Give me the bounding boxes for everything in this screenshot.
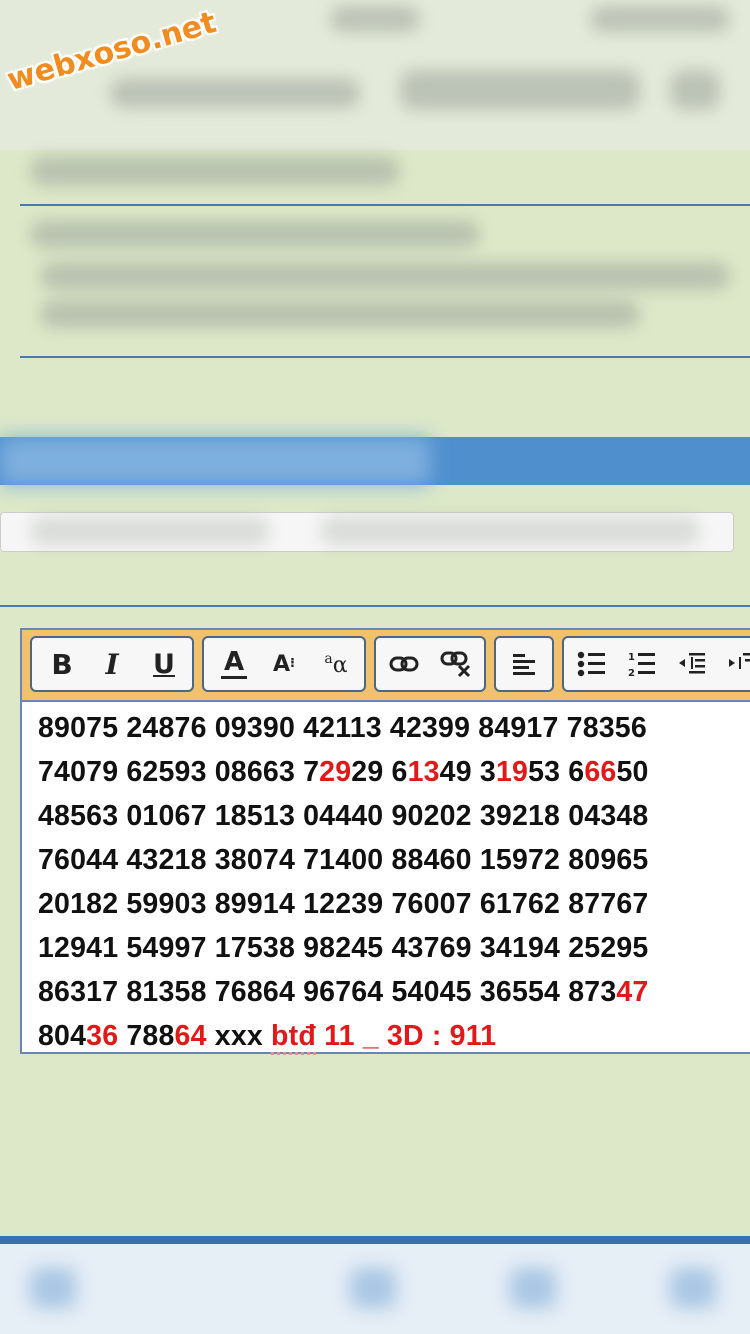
text-segment: 53 6 bbox=[528, 756, 585, 788]
numbered-list-icon: 1 2 bbox=[628, 652, 655, 678]
italic-icon: I bbox=[105, 647, 119, 681]
bold-button[interactable]: B bbox=[38, 638, 86, 690]
quoted-post-line bbox=[30, 220, 480, 248]
outdent-icon bbox=[679, 653, 705, 674]
text-segment: 12941 54997 17538 98245 43769 34194 2529… bbox=[38, 932, 649, 964]
highlighted-number: 11 _ 3D : 911 bbox=[315, 1020, 497, 1052]
bold-icon: B bbox=[51, 647, 73, 681]
editor-line: 20182 59903 89914 12239 76007 61762 8776… bbox=[38, 882, 750, 926]
nav-icon[interactable] bbox=[510, 1268, 556, 1308]
unlink-icon bbox=[440, 651, 471, 678]
link-icon bbox=[389, 656, 419, 672]
font-size-icon: A⁝ bbox=[273, 651, 295, 677]
reply-option[interactable] bbox=[30, 516, 270, 546]
editor-toolbar: B I U A A⁝ aα 1 2 bbox=[22, 630, 750, 702]
highlighted-number: 36 bbox=[86, 1020, 119, 1052]
status-bar-battery bbox=[590, 6, 730, 32]
align-left-icon bbox=[513, 654, 535, 675]
reply-option[interactable] bbox=[320, 516, 700, 546]
svg-text:2: 2 bbox=[628, 668, 635, 678]
font-family-icon: aα bbox=[324, 650, 348, 678]
text-segment: 20182 59903 89914 12239 76007 61762 8776… bbox=[38, 888, 649, 920]
highlighted-number: 47 bbox=[616, 976, 649, 1008]
editor-text-area[interactable]: 89075 24876 09390 42113 42399 84917 7835… bbox=[22, 702, 750, 1058]
post-author bbox=[30, 156, 400, 186]
header-title bbox=[110, 78, 360, 108]
editor-line: 12941 54997 17538 98245 43769 34194 2529… bbox=[38, 926, 750, 970]
quoted-post-line bbox=[40, 262, 730, 290]
editor-line: 89075 24876 09390 42113 42399 84917 7835… bbox=[38, 706, 750, 750]
reply-section-title bbox=[0, 437, 430, 485]
align-group bbox=[494, 636, 554, 692]
quoted-post-line bbox=[40, 300, 640, 328]
editor-line: 86317 81358 76864 96764 54045 36554 8734… bbox=[38, 970, 750, 1014]
text-segment: 89075 24876 09390 42113 42399 84917 7835… bbox=[38, 712, 647, 744]
bullet-list-button[interactable] bbox=[568, 638, 616, 690]
highlighted-number: 13 bbox=[407, 756, 440, 788]
svg-text:1: 1 bbox=[628, 652, 635, 663]
text-style-group: B I U bbox=[30, 636, 194, 692]
font-color-icon: A bbox=[221, 649, 247, 679]
align-left-button[interactable] bbox=[500, 638, 548, 690]
text-segment: 49 3 bbox=[439, 756, 496, 788]
text-segment: 74079 62593 08663 7 bbox=[38, 756, 320, 788]
nav-icon[interactable] bbox=[350, 1268, 396, 1308]
numbered-list-button[interactable]: 1 2 bbox=[618, 638, 666, 690]
highlighted-number: 64 bbox=[174, 1020, 207, 1052]
font-family-button[interactable]: aα bbox=[312, 638, 360, 690]
insert-link-button[interactable] bbox=[380, 638, 428, 690]
indent-icon bbox=[729, 653, 750, 669]
font-color-button[interactable]: A bbox=[210, 638, 258, 690]
text-segment: 86317 81358 76864 96764 54045 36554 873 bbox=[38, 976, 617, 1008]
status-bar bbox=[330, 6, 420, 32]
text-segment: 29 6 bbox=[351, 756, 408, 788]
text-segment: 788 bbox=[118, 1020, 175, 1052]
menu-icon[interactable] bbox=[670, 70, 720, 110]
underline-button[interactable]: U bbox=[140, 638, 188, 690]
header-button[interactable] bbox=[400, 70, 640, 110]
highlighted-number: btđ bbox=[271, 1020, 316, 1055]
bullet-list-icon bbox=[577, 651, 605, 677]
link-group bbox=[374, 636, 486, 692]
text-segment: xxx bbox=[206, 1020, 272, 1052]
editor-line: 74079 62593 08663 72929 61349 31953 6665… bbox=[38, 750, 750, 794]
italic-button[interactable]: I bbox=[88, 638, 136, 690]
indent-button[interactable] bbox=[718, 638, 750, 690]
editor-line: 80436 78864 xxx btđ 11 _ 3D : 911 bbox=[38, 1014, 750, 1058]
highlighted-number: 66 bbox=[584, 756, 617, 788]
highlighted-number: 29 bbox=[319, 756, 352, 788]
divider bbox=[0, 605, 750, 607]
text-segment: 50 bbox=[616, 756, 649, 788]
highlighted-number: 19 bbox=[495, 756, 529, 788]
rich-text-editor[interactable]: B I U A A⁝ aα 1 2 89075 24876 09390 4211… bbox=[20, 628, 750, 1055]
bottom-divider bbox=[0, 1236, 750, 1244]
font-size-button[interactable]: A⁝ bbox=[260, 638, 308, 690]
outdent-button[interactable] bbox=[668, 638, 716, 690]
nav-icon[interactable] bbox=[670, 1268, 716, 1308]
text-segment: 76044 43218 38074 71400 88460 15972 8096… bbox=[38, 844, 649, 876]
text-segment: 804 bbox=[38, 1020, 87, 1052]
list-group: 1 2 bbox=[562, 636, 750, 692]
underline-icon: U bbox=[153, 648, 175, 680]
text-segment: 48563 01067 18513 04440 90202 39218 0434… bbox=[38, 800, 649, 832]
editor-line: 48563 01067 18513 04440 90202 39218 0434… bbox=[38, 794, 750, 838]
editor-line: 76044 43218 38074 71400 88460 15972 8096… bbox=[38, 838, 750, 882]
nav-icon[interactable] bbox=[30, 1268, 76, 1308]
font-group: A A⁝ aα bbox=[202, 636, 366, 692]
remove-link-button[interactable] bbox=[432, 638, 480, 690]
